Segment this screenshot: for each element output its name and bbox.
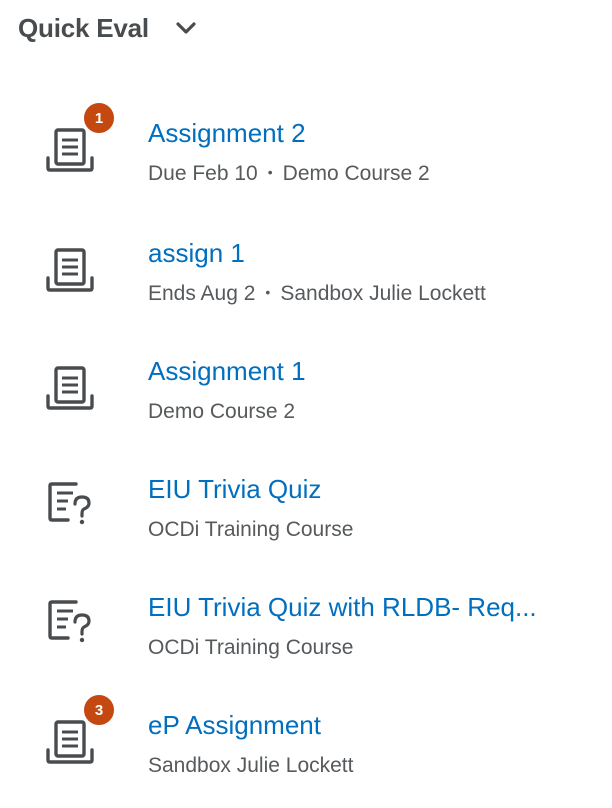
quiz-icon [42,598,104,658]
assignment-icon [42,244,104,304]
list-item: EIU Trivia Quiz OCDi Training Course [0,472,612,572]
item-meta: Ends Aug 2 • Sandbox Julie Lockett [148,280,486,308]
quiz-icon [42,480,104,540]
assignment-icon [42,362,104,422]
item-title-link[interactable]: EIU Trivia Quiz with RLDB- Req... [148,590,537,624]
assignment-icon: 3 [42,692,117,776]
course-name: Demo Course 2 [282,162,430,185]
separator-dot: • [267,164,273,181]
due-date: Due Feb 10 [148,162,258,185]
item-meta: Due Feb 10 • Demo Course 2 [148,160,430,188]
separator-dot: • [265,284,271,301]
item-title-link[interactable]: EIU Trivia Quiz [148,472,321,506]
course-name: OCDi Training Course [148,518,354,541]
chevron-down-icon[interactable] [175,17,197,39]
item-title-link[interactable]: assign 1 [148,236,245,270]
item-meta: OCDi Training Course [148,516,353,544]
list-item: EIU Trivia Quiz with RLDB- Req... OCDi T… [0,590,612,690]
course-name: Sandbox Julie Lockett [148,754,354,777]
list-item: 3 eP Assignment Sandbox Julie Lockett [0,692,612,808]
item-meta: Demo Course 2 [148,398,295,426]
course-name: OCDi Training Course [148,636,354,659]
notification-badge: 1 [81,100,117,136]
list-item: 1 Assignment 2 Due Feb 10 • Demo Course 2 [0,100,612,216]
item-meta: OCDi Training Course [148,634,353,662]
notification-badge: 3 [81,692,117,728]
course-name: Sandbox Julie Lockett [280,282,486,305]
item-title-link[interactable]: Assignment 1 [148,354,306,388]
course-name: Demo Course 2 [148,400,296,423]
page-title: Quick Eval [18,12,149,43]
item-title-link[interactable]: Assignment 2 [148,116,306,150]
item-meta: Sandbox Julie Lockett [148,752,353,780]
quick-eval-header[interactable]: Quick Eval [18,8,197,48]
item-title-link[interactable]: eP Assignment [148,708,321,742]
end-date: Ends Aug 2 [148,282,256,305]
list-item: Assignment 1 Demo Course 2 [0,354,612,454]
assignment-icon: 1 [42,100,117,184]
list-item: assign 1 Ends Aug 2 • Sandbox Julie Locket… [0,236,612,336]
